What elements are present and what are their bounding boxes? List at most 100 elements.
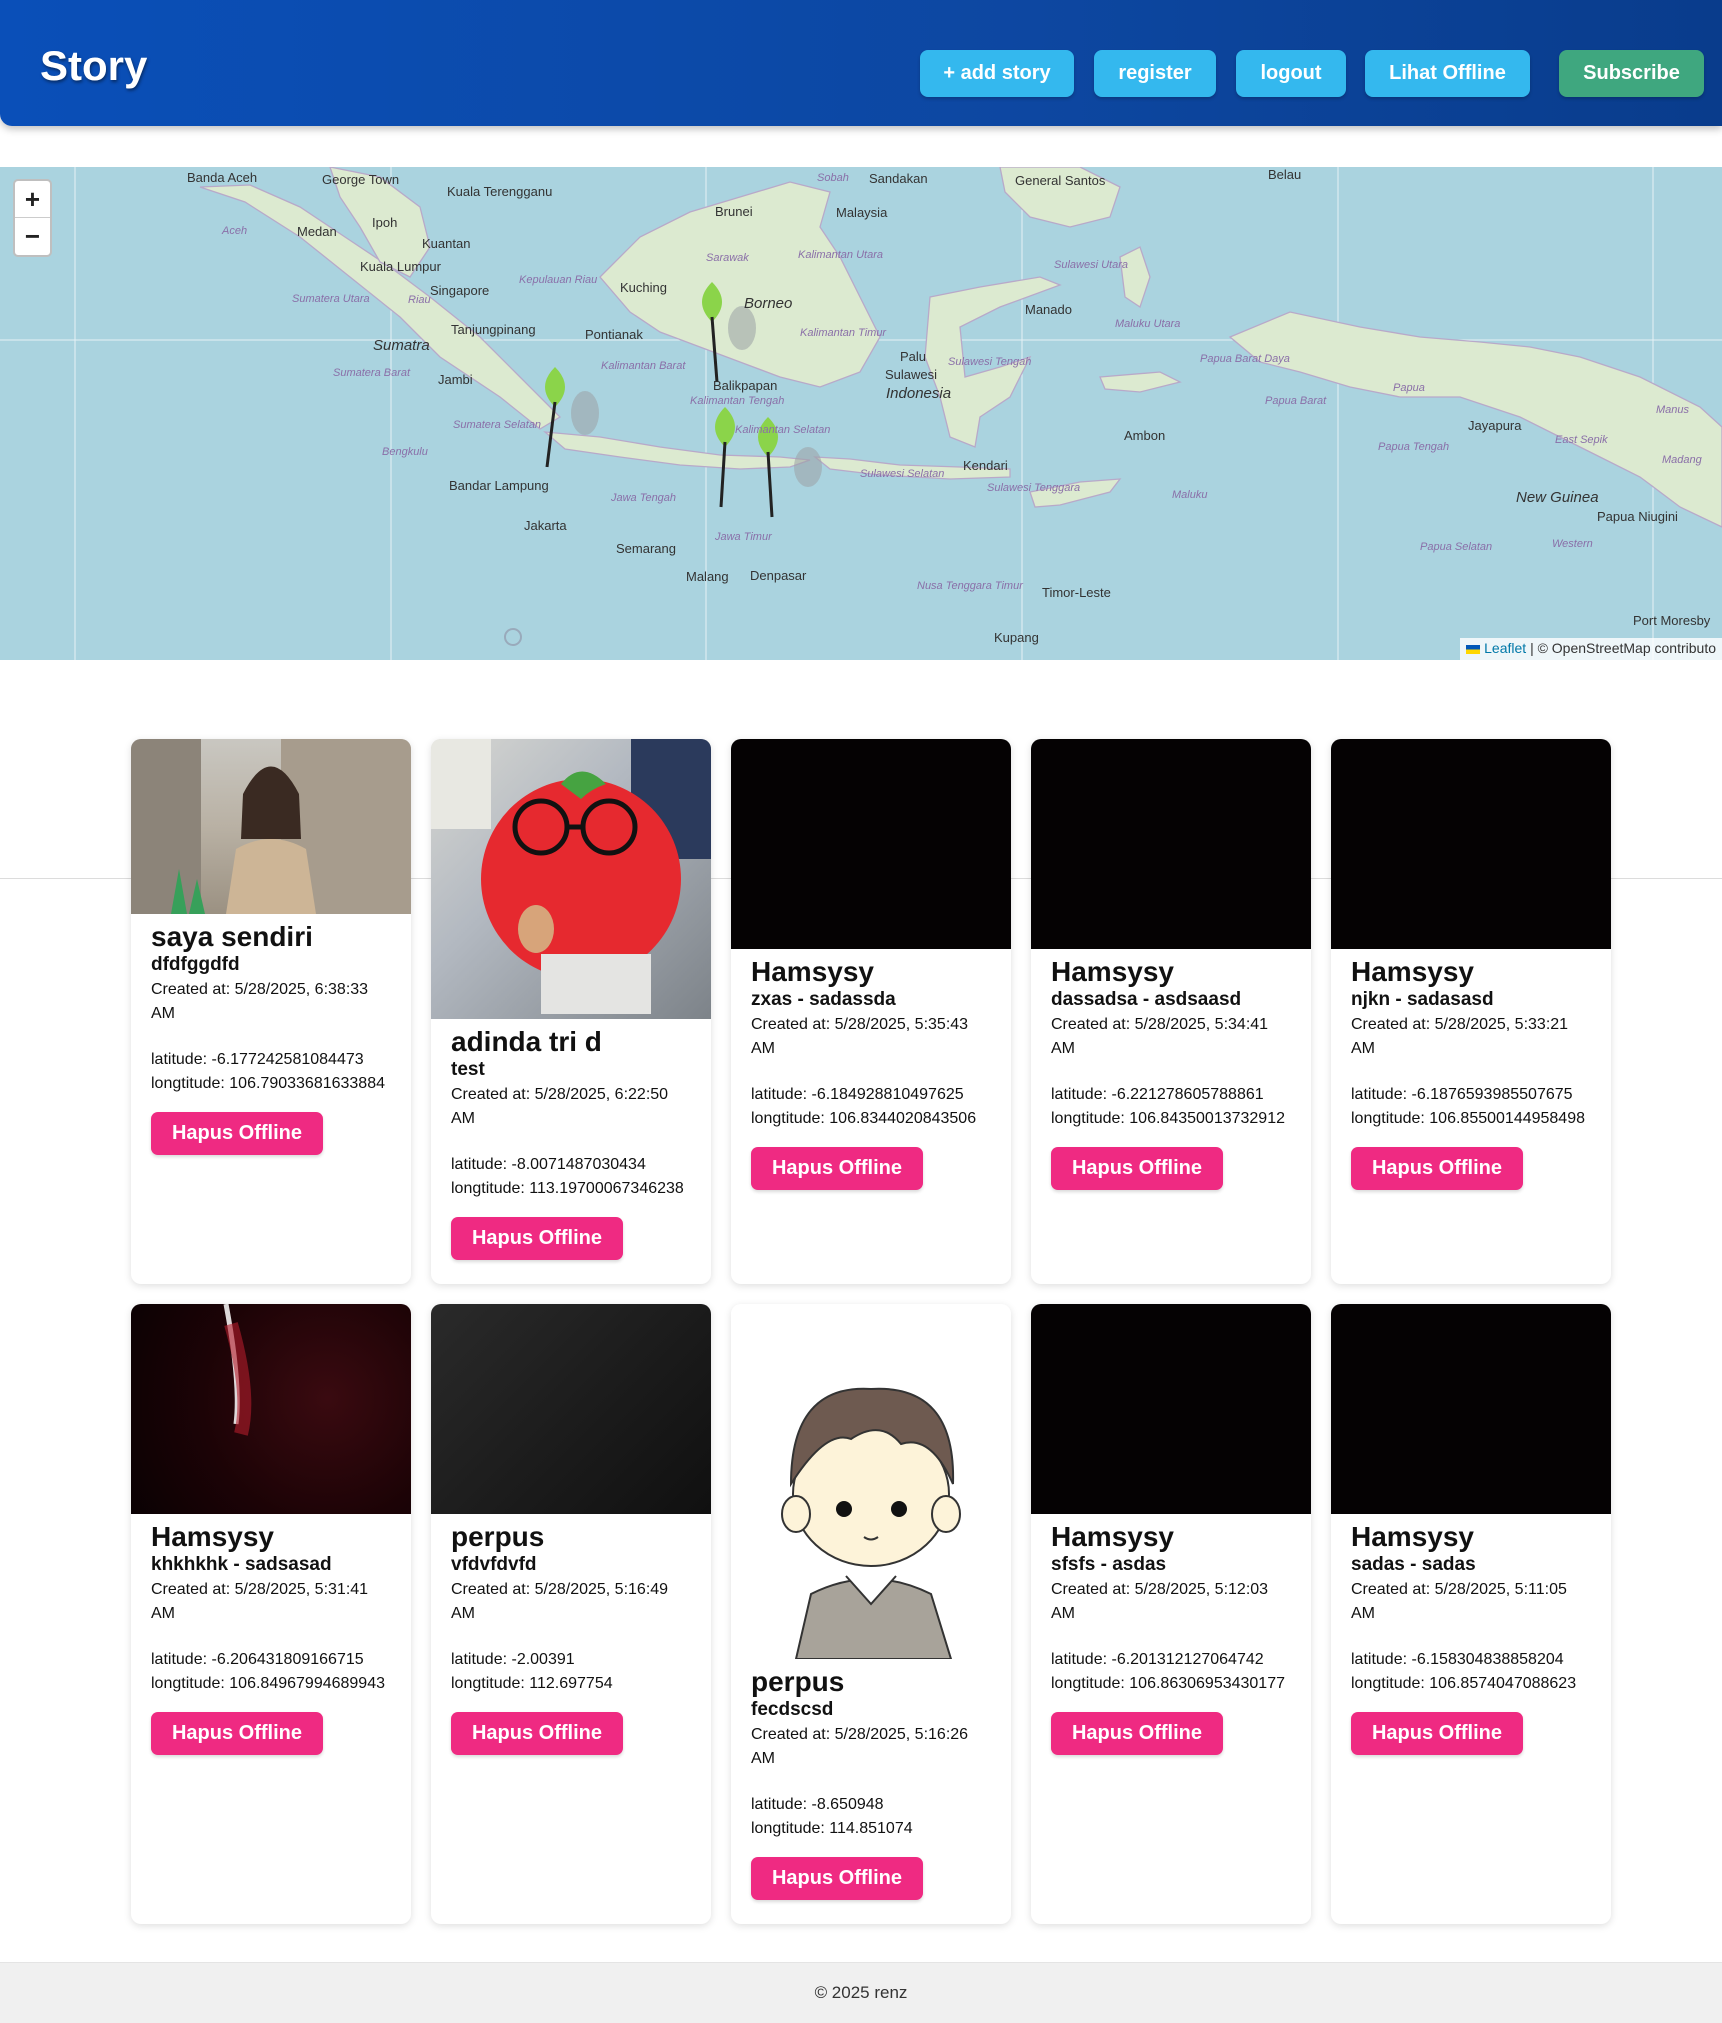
story-description: dfdfggdfd bbox=[151, 954, 240, 975]
story-coordinates: latitude: -2.00391 longtitude: 112.697754 bbox=[451, 1648, 691, 1696]
map-label: Singapore bbox=[430, 283, 490, 298]
story-latitude: latitude: -6.201312127064742 bbox=[1051, 1651, 1264, 1668]
register-button[interactable]: register bbox=[1094, 50, 1216, 97]
map-label: Borneo bbox=[744, 295, 793, 312]
delete-offline-button[interactable]: Hapus Offline bbox=[1351, 1712, 1523, 1755]
story-created-at: Created at: 5/28/2025, 5:33:21 AM bbox=[1351, 1016, 1569, 1057]
story-photo bbox=[731, 739, 1011, 949]
map-label: Semarang bbox=[616, 541, 676, 556]
map-label: Brunei bbox=[715, 204, 753, 219]
story-author: Hamsysy bbox=[1351, 956, 1474, 987]
map-label: Malaysia bbox=[836, 205, 888, 220]
attribution-text: | © OpenStreetMap contributo bbox=[1530, 640, 1716, 656]
map-label: Sobah bbox=[817, 172, 849, 184]
story-card: Hamsysy zxas - sadassda Created at: 5/28/2… bbox=[731, 739, 1011, 1284]
map-label: Bengkulu bbox=[382, 446, 428, 458]
woman-figure bbox=[131, 739, 411, 914]
map-label: Manus bbox=[1656, 404, 1690, 416]
map-label: Kuching bbox=[620, 280, 667, 295]
map-label: Malang bbox=[686, 569, 729, 584]
map-label: Sumatera Utara bbox=[292, 293, 370, 305]
map-label: Ipoh bbox=[372, 215, 398, 230]
map-label: Jambi bbox=[438, 372, 473, 387]
map-label: Papua Selatan bbox=[1420, 541, 1493, 553]
story-description: sadas - sadas bbox=[1351, 1554, 1476, 1575]
map-label: Sarawak bbox=[706, 252, 749, 264]
story-coordinates: latitude: -6.184928810497625 longtitude: … bbox=[751, 1083, 991, 1131]
story-photo bbox=[131, 1304, 411, 1514]
delete-offline-button[interactable]: Hapus Offline bbox=[451, 1217, 623, 1260]
map-label: Nusa Tenggara Timur bbox=[917, 580, 1023, 592]
story-created-at: Created at: 5/28/2025, 5:34:41 AM bbox=[1051, 1016, 1269, 1057]
map-attribution: Leaflet | © OpenStreetMap contributo bbox=[1460, 638, 1722, 660]
map-label: George Town bbox=[322, 172, 400, 187]
map-label: Banda Aceh bbox=[187, 170, 258, 185]
story-description: khkhkhk - sadsasad bbox=[151, 1554, 332, 1575]
story-latitude: latitude: -8.650948 bbox=[751, 1796, 884, 1813]
story-latitude: latitude: -6.206431809166715 bbox=[151, 1651, 364, 1668]
zoom-out-button[interactable]: − bbox=[15, 218, 50, 255]
story-created-at: Created at: 5/28/2025, 5:11:05 AM bbox=[1351, 1581, 1567, 1622]
story-description: fecdscsd bbox=[751, 1699, 834, 1720]
story-coordinates: latitude: -6.1876593985507675 longtitude:… bbox=[1351, 1083, 1591, 1131]
map-label: Riau bbox=[408, 294, 431, 306]
story-card: Hamsysy sfsfs - asdas Created at: 5/28/202… bbox=[1031, 1304, 1311, 1924]
story-photo bbox=[431, 739, 711, 1019]
map-label: Belau bbox=[1268, 167, 1302, 182]
map-label: Maluku Utara bbox=[1115, 318, 1181, 330]
story-author: Hamsysy bbox=[1051, 1521, 1174, 1552]
map-label: Sulawesi Utara bbox=[1054, 259, 1128, 271]
story-map[interactable]: + − Banda Aceh George Town Kuala Terenggan… bbox=[0, 167, 1722, 660]
story-author: saya sendiri bbox=[151, 921, 313, 952]
logout-button[interactable]: logout bbox=[1236, 50, 1346, 97]
delete-offline-button[interactable]: Hapus Offline bbox=[1051, 1712, 1223, 1755]
subscribe-button[interactable]: Subscribe bbox=[1559, 50, 1704, 97]
offline-button[interactable]: Lihat Offline bbox=[1365, 50, 1530, 97]
map-label: Palu bbox=[900, 349, 927, 364]
delete-offline-button[interactable]: Hapus Offline bbox=[151, 1712, 323, 1755]
story-longitude: longtitude: 106.84350013732912 bbox=[1051, 1110, 1285, 1127]
story-author: Hamsysy bbox=[151, 1521, 274, 1552]
story-created-at: Created at: 5/28/2025, 6:38:33 AM bbox=[151, 981, 369, 1022]
tomato-plush bbox=[431, 739, 711, 1014]
story-coordinates: latitude: -8.0071487030434 longtitude: 11… bbox=[451, 1153, 691, 1201]
story-card: Hamsysy sadas - sadas Created at: 5/28/202… bbox=[1331, 1304, 1611, 1924]
story-longitude: longtitude: 113.19700067346238 bbox=[451, 1180, 684, 1197]
delete-offline-button[interactable]: Hapus Offline bbox=[1351, 1147, 1523, 1190]
delete-offline-button[interactable]: Hapus Offline bbox=[451, 1712, 623, 1755]
story-photo bbox=[731, 1304, 1011, 1659]
map-label: Tanjungpinang bbox=[451, 322, 536, 337]
story-card: Hamsysy njkn - sadasasd Created at: 5/28/2… bbox=[1331, 739, 1611, 1284]
story-photo bbox=[1331, 739, 1611, 949]
map-label: Jakarta bbox=[524, 518, 567, 533]
leaflet-link[interactable]: Leaflet bbox=[1484, 640, 1526, 656]
map-label: Kuala Terengganu bbox=[447, 184, 553, 199]
story-created-at: Created at: 5/28/2025, 6:22:50 AM bbox=[451, 1086, 669, 1127]
story-created-at: Created at: 5/28/2025, 5:16:26 AM bbox=[751, 1726, 969, 1767]
zoom-in-button[interactable]: + bbox=[15, 181, 50, 218]
map-label: Kuantan bbox=[422, 236, 471, 251]
delete-offline-button[interactable]: Hapus Offline bbox=[751, 1857, 923, 1900]
story-latitude: latitude: -6.177242581084473 bbox=[151, 1051, 364, 1068]
brand-title[interactable]: Story bbox=[40, 42, 147, 90]
story-coordinates: latitude: -6.206431809166715 longtitude: … bbox=[151, 1648, 391, 1696]
story-longitude: longtitude: 112.697754 bbox=[451, 1675, 613, 1692]
map-label: Aceh bbox=[222, 225, 248, 237]
map-label: Kupang bbox=[994, 630, 1039, 645]
story-card: perpus vfdvfdvfd Created at: 5/28/2025, 5:… bbox=[431, 1304, 711, 1924]
map-label: Jawa Tengah bbox=[611, 492, 677, 504]
story-latitude: latitude: -6.221278605788861 bbox=[1051, 1086, 1264, 1103]
delete-offline-button[interactable]: Hapus Offline bbox=[151, 1112, 323, 1155]
story-author: Hamsysy bbox=[751, 956, 874, 987]
delete-offline-button[interactable]: Hapus Offline bbox=[751, 1147, 923, 1190]
map-label: Kalimantan Barat bbox=[601, 360, 686, 372]
map-label: Indonesia bbox=[886, 385, 952, 402]
story-latitude: latitude: -6.1876593985507675 bbox=[1351, 1086, 1573, 1103]
map-label: Denpasar bbox=[750, 568, 807, 583]
map-label: Sulawesi Tengah bbox=[948, 356, 1032, 368]
story-description: sfsfs - asdas bbox=[1051, 1554, 1167, 1575]
story-latitude: latitude: -2.00391 bbox=[451, 1651, 575, 1668]
delete-offline-button[interactable]: Hapus Offline bbox=[1051, 1147, 1223, 1190]
add-story-button[interactable]: + add story bbox=[920, 50, 1074, 97]
story-author: adinda tri d bbox=[451, 1026, 602, 1057]
